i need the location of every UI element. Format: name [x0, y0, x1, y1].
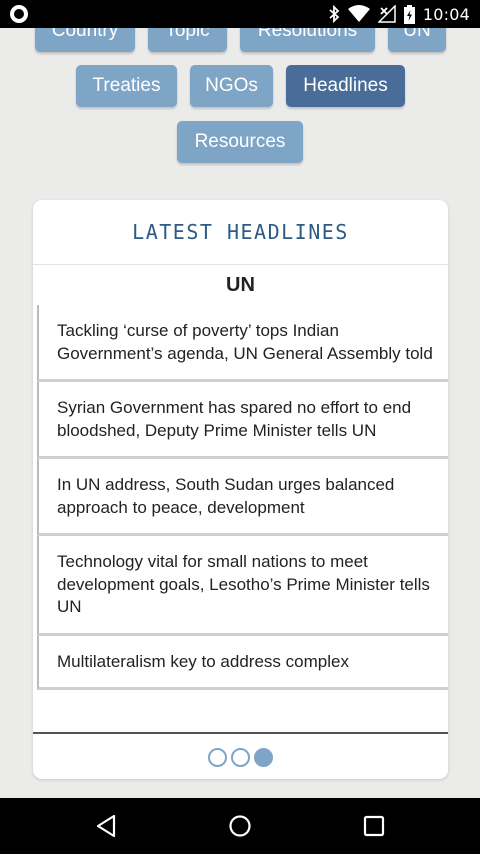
back-icon[interactable] [95, 814, 117, 838]
page-dot-2[interactable] [231, 747, 250, 767]
no-signal-icon [377, 5, 396, 23]
bluetooth-icon [329, 5, 340, 23]
headline-list[interactable]: Tackling ‘curse of poverty’ tops Indian … [33, 305, 448, 734]
home-icon[interactable] [228, 814, 252, 838]
category-button-treaties[interactable]: Treaties [76, 65, 177, 107]
headline-text: Syrian Government has spared no effort t… [57, 398, 412, 440]
clock: 10:04 [422, 4, 470, 24]
page-indicator [33, 745, 448, 769]
category-button-ngos[interactable]: NGOs [190, 65, 273, 107]
headlines-card: LATEST HEADLINES UN Tackling ‘curse of p… [33, 200, 448, 779]
page-dot-3-active[interactable] [254, 747, 273, 767]
page-dot-1[interactable] [208, 747, 227, 767]
headline-text: Multilateralism key to address complex [57, 651, 349, 671]
battery-charging-icon [403, 4, 415, 24]
headline-text: In UN address, South Sudan urges balance… [57, 475, 395, 517]
category-label: Treaties [92, 75, 161, 96]
card-title: LATEST HEADLINES [33, 200, 448, 265]
category-label: Headlines [303, 75, 388, 96]
headline-text: Tackling ‘curse of poverty’ tops Indian … [57, 321, 433, 363]
headline-item[interactable]: In UN address, South Sudan urges balance… [37, 459, 448, 536]
recents-icon[interactable] [363, 815, 385, 837]
category-button-headlines[interactable]: Headlines [286, 65, 405, 107]
category-label: NGOs [205, 75, 258, 96]
headline-item[interactable]: Technology vital for small nations to me… [37, 536, 448, 636]
category-label: Resources [194, 131, 286, 152]
headline-item[interactable]: Tackling ‘curse of poverty’ tops Indian … [37, 305, 448, 382]
wifi-icon [347, 5, 370, 22]
headline-text: Technology vital for small nations to me… [57, 552, 430, 616]
card-subtitle: UN [226, 273, 255, 296]
headline-item[interactable]: Syrian Government has spared no effort t… [37, 382, 448, 459]
navigation-bar [0, 798, 480, 854]
status-bar: 10:04 [0, 0, 480, 28]
notification-ring-icon [10, 5, 28, 23]
category-button-resources[interactable]: Resources [177, 121, 303, 163]
headline-item[interactable]: Multilateralism key to address complex [37, 635, 448, 690]
